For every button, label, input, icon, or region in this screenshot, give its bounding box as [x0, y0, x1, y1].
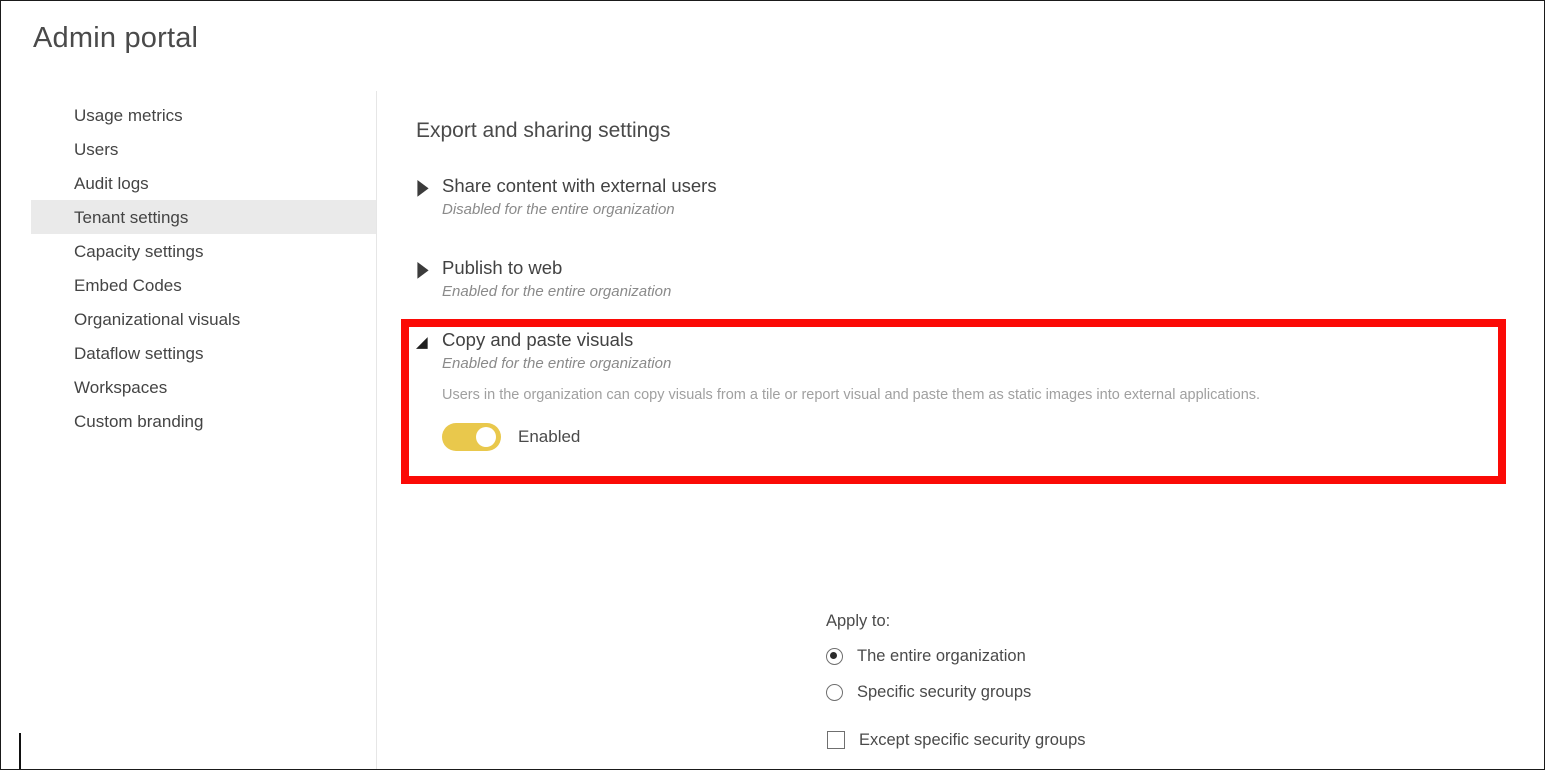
- apply-to-label: Apply to:: [826, 612, 891, 630]
- section-title: Export and sharing settings: [416, 119, 671, 142]
- setting-copy-and-paste-visuals: Copy and paste visuals Enabled for the e…: [416, 328, 1544, 451]
- sidebar-item-label: Workspaces: [74, 377, 168, 397]
- setting-title: Share content with external users: [442, 175, 717, 196]
- radio-icon[interactable]: [826, 683, 843, 701]
- sidebar-item-dataflow-settings[interactable]: Dataflow settings: [31, 336, 376, 370]
- page-title: Admin portal: [33, 22, 199, 54]
- checkbox-except-specific-security-groups[interactable]: Except specific security groups: [827, 725, 1086, 755]
- setting-publish-to-web: Publish to web Enabled for the entire or…: [416, 256, 1544, 300]
- collapsed-triangle-icon[interactable]: [416, 180, 430, 197]
- radio-option-entire-organization[interactable]: The entire organization: [826, 641, 1086, 671]
- sidebar-item-users[interactable]: Users: [31, 132, 376, 166]
- text-cursor-caret: [19, 733, 21, 769]
- sidebar-nav: Usage metrics Users Audit logs Tenant se…: [1, 91, 377, 769]
- setting-title: Publish to web: [442, 257, 563, 278]
- sidebar-item-label: Dataflow settings: [74, 343, 204, 363]
- toggle-knob: [476, 426, 496, 447]
- checkbox-icon[interactable]: [827, 731, 845, 749]
- sidebar-item-usage-metrics[interactable]: Usage metrics: [31, 98, 376, 132]
- sidebar-item-workspaces[interactable]: Workspaces: [31, 370, 376, 404]
- collapsed-triangle-icon[interactable]: [416, 262, 430, 279]
- setting-header[interactable]: Copy and paste visuals: [416, 328, 1544, 351]
- main-content: Export and sharing settings Share conten…: [377, 91, 1544, 769]
- sidebar-top-spacer: [1, 91, 376, 98]
- radio-label: Specific security groups: [857, 682, 1032, 701]
- toggle-row: Enabled: [442, 422, 1544, 451]
- admin-portal-page: Admin portal Usage metrics Users Audit l…: [0, 0, 1545, 770]
- sidebar-item-label: Organizational visuals: [74, 309, 241, 329]
- setting-description: Users in the organization can copy visua…: [442, 387, 1261, 404]
- setting-status: Enabled for the entire organization: [442, 283, 672, 301]
- toggle-label: Enabled: [518, 426, 581, 446]
- sidebar-item-label: Custom branding: [74, 411, 204, 431]
- expanded-triangle-icon[interactable]: [416, 336, 430, 350]
- setting-header[interactable]: Share content with external users: [416, 174, 1544, 197]
- setting-title: Copy and paste visuals: [442, 329, 634, 350]
- sidebar-item-capacity-settings[interactable]: Capacity settings: [31, 234, 376, 268]
- sidebar-item-label: Capacity settings: [74, 241, 204, 261]
- setting-status: Enabled for the entire organization: [442, 355, 672, 373]
- sidebar-item-embed-codes[interactable]: Embed Codes: [31, 268, 376, 302]
- radio-label: The entire organization: [857, 646, 1026, 665]
- sidebar-item-label: Users: [74, 139, 119, 159]
- apply-to-group: Apply to: The entire organization Specif…: [826, 612, 1086, 761]
- setting-header[interactable]: Publish to web: [416, 256, 1544, 279]
- sidebar-item-label: Tenant settings: [74, 207, 189, 227]
- sidebar-item-label: Audit logs: [74, 173, 149, 193]
- checkbox-label: Except specific security groups: [859, 730, 1086, 749]
- copy-paste-visuals-toggle[interactable]: [442, 422, 501, 451]
- radio-option-specific-security-groups[interactable]: Specific security groups: [826, 677, 1086, 707]
- sidebar-item-audit-logs[interactable]: Audit logs: [31, 166, 376, 200]
- sidebar-item-label: Usage metrics: [74, 105, 183, 125]
- sidebar-item-organizational-visuals[interactable]: Organizational visuals: [31, 302, 376, 336]
- setting-status: Disabled for the entire organization: [442, 201, 675, 219]
- setting-share-content-with-external-users: Share content with external users Disabl…: [416, 174, 1544, 218]
- sidebar-item-label: Embed Codes: [74, 275, 182, 295]
- radio-icon[interactable]: [826, 647, 843, 665]
- sidebar-item-tenant-settings[interactable]: Tenant settings: [31, 200, 376, 234]
- sidebar-item-custom-branding[interactable]: Custom branding: [31, 404, 376, 438]
